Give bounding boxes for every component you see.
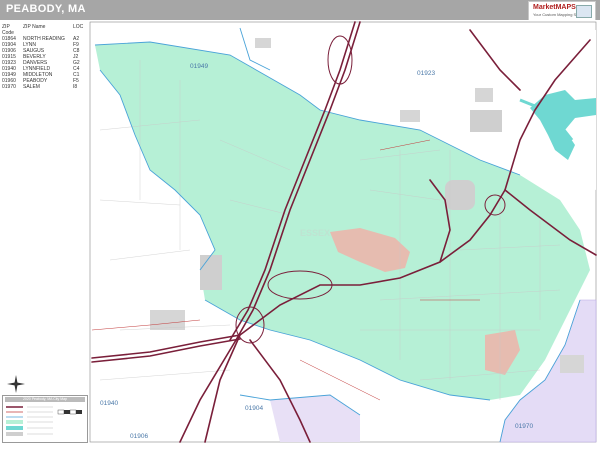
area-label: ESSEX — [300, 228, 330, 238]
land-patch — [475, 88, 493, 102]
map-canvas[interactable]: 01949 01923 01940 01904 01906 01970 ESSE… — [0, 20, 600, 444]
key-zone-swatch — [6, 420, 23, 424]
map-title: PEABODY, MA — [6, 3, 86, 15]
brand-logo: MarketMAPS Your Custom Mapping Source — [528, 1, 596, 21]
map-key-symbols — [6, 406, 82, 436]
zip-label-01970: 01970 — [515, 423, 533, 430]
legend-zip: 01970 — [2, 84, 16, 90]
land-patch — [200, 255, 222, 290]
map-area[interactable]: 01949 01923 01940 01904 01906 01970 ESSE… — [0, 20, 600, 444]
legend-col-name: ZIP Name — [23, 24, 46, 30]
compass-icon — [7, 375, 25, 393]
zip-label-01906: 01906 — [130, 433, 148, 440]
zip-label-01940: 01940 — [100, 400, 118, 407]
land-patch — [255, 38, 271, 48]
zip-legend-header: ZIP Code ZIP Name LOC — [2, 24, 86, 36]
logo-badge-icon — [576, 5, 592, 18]
land-patch — [560, 355, 584, 373]
zip-label-01923: 01923 — [417, 70, 435, 77]
map-header: PEABODY, MA MarketMAPS Your Custom Mappi… — [0, 0, 600, 21]
legend-col-zip: ZIP Code — [2, 24, 14, 36]
key-land-swatch — [6, 432, 23, 436]
map-key: 2020 Peabody, MA City Map — [2, 395, 88, 443]
zip-label-01904: 01904 — [245, 405, 263, 412]
zip-legend: ZIP Code ZIP Name LOC 01864 NORTH READING… — [2, 24, 86, 90]
legend-row: 01970 SALEM I8 — [2, 84, 86, 90]
land-patch — [470, 110, 502, 132]
key-water-swatch — [6, 426, 23, 430]
land-patch — [445, 180, 475, 210]
land-patch — [150, 310, 185, 330]
legend-name: SALEM — [23, 84, 40, 90]
land-patch — [400, 110, 420, 122]
legend-loc: I8 — [73, 84, 78, 90]
brand-name: MarketMAPS — [533, 4, 576, 11]
legend-col-loc: LOC — [73, 24, 84, 30]
zip-label-01949: 01949 — [190, 63, 208, 70]
